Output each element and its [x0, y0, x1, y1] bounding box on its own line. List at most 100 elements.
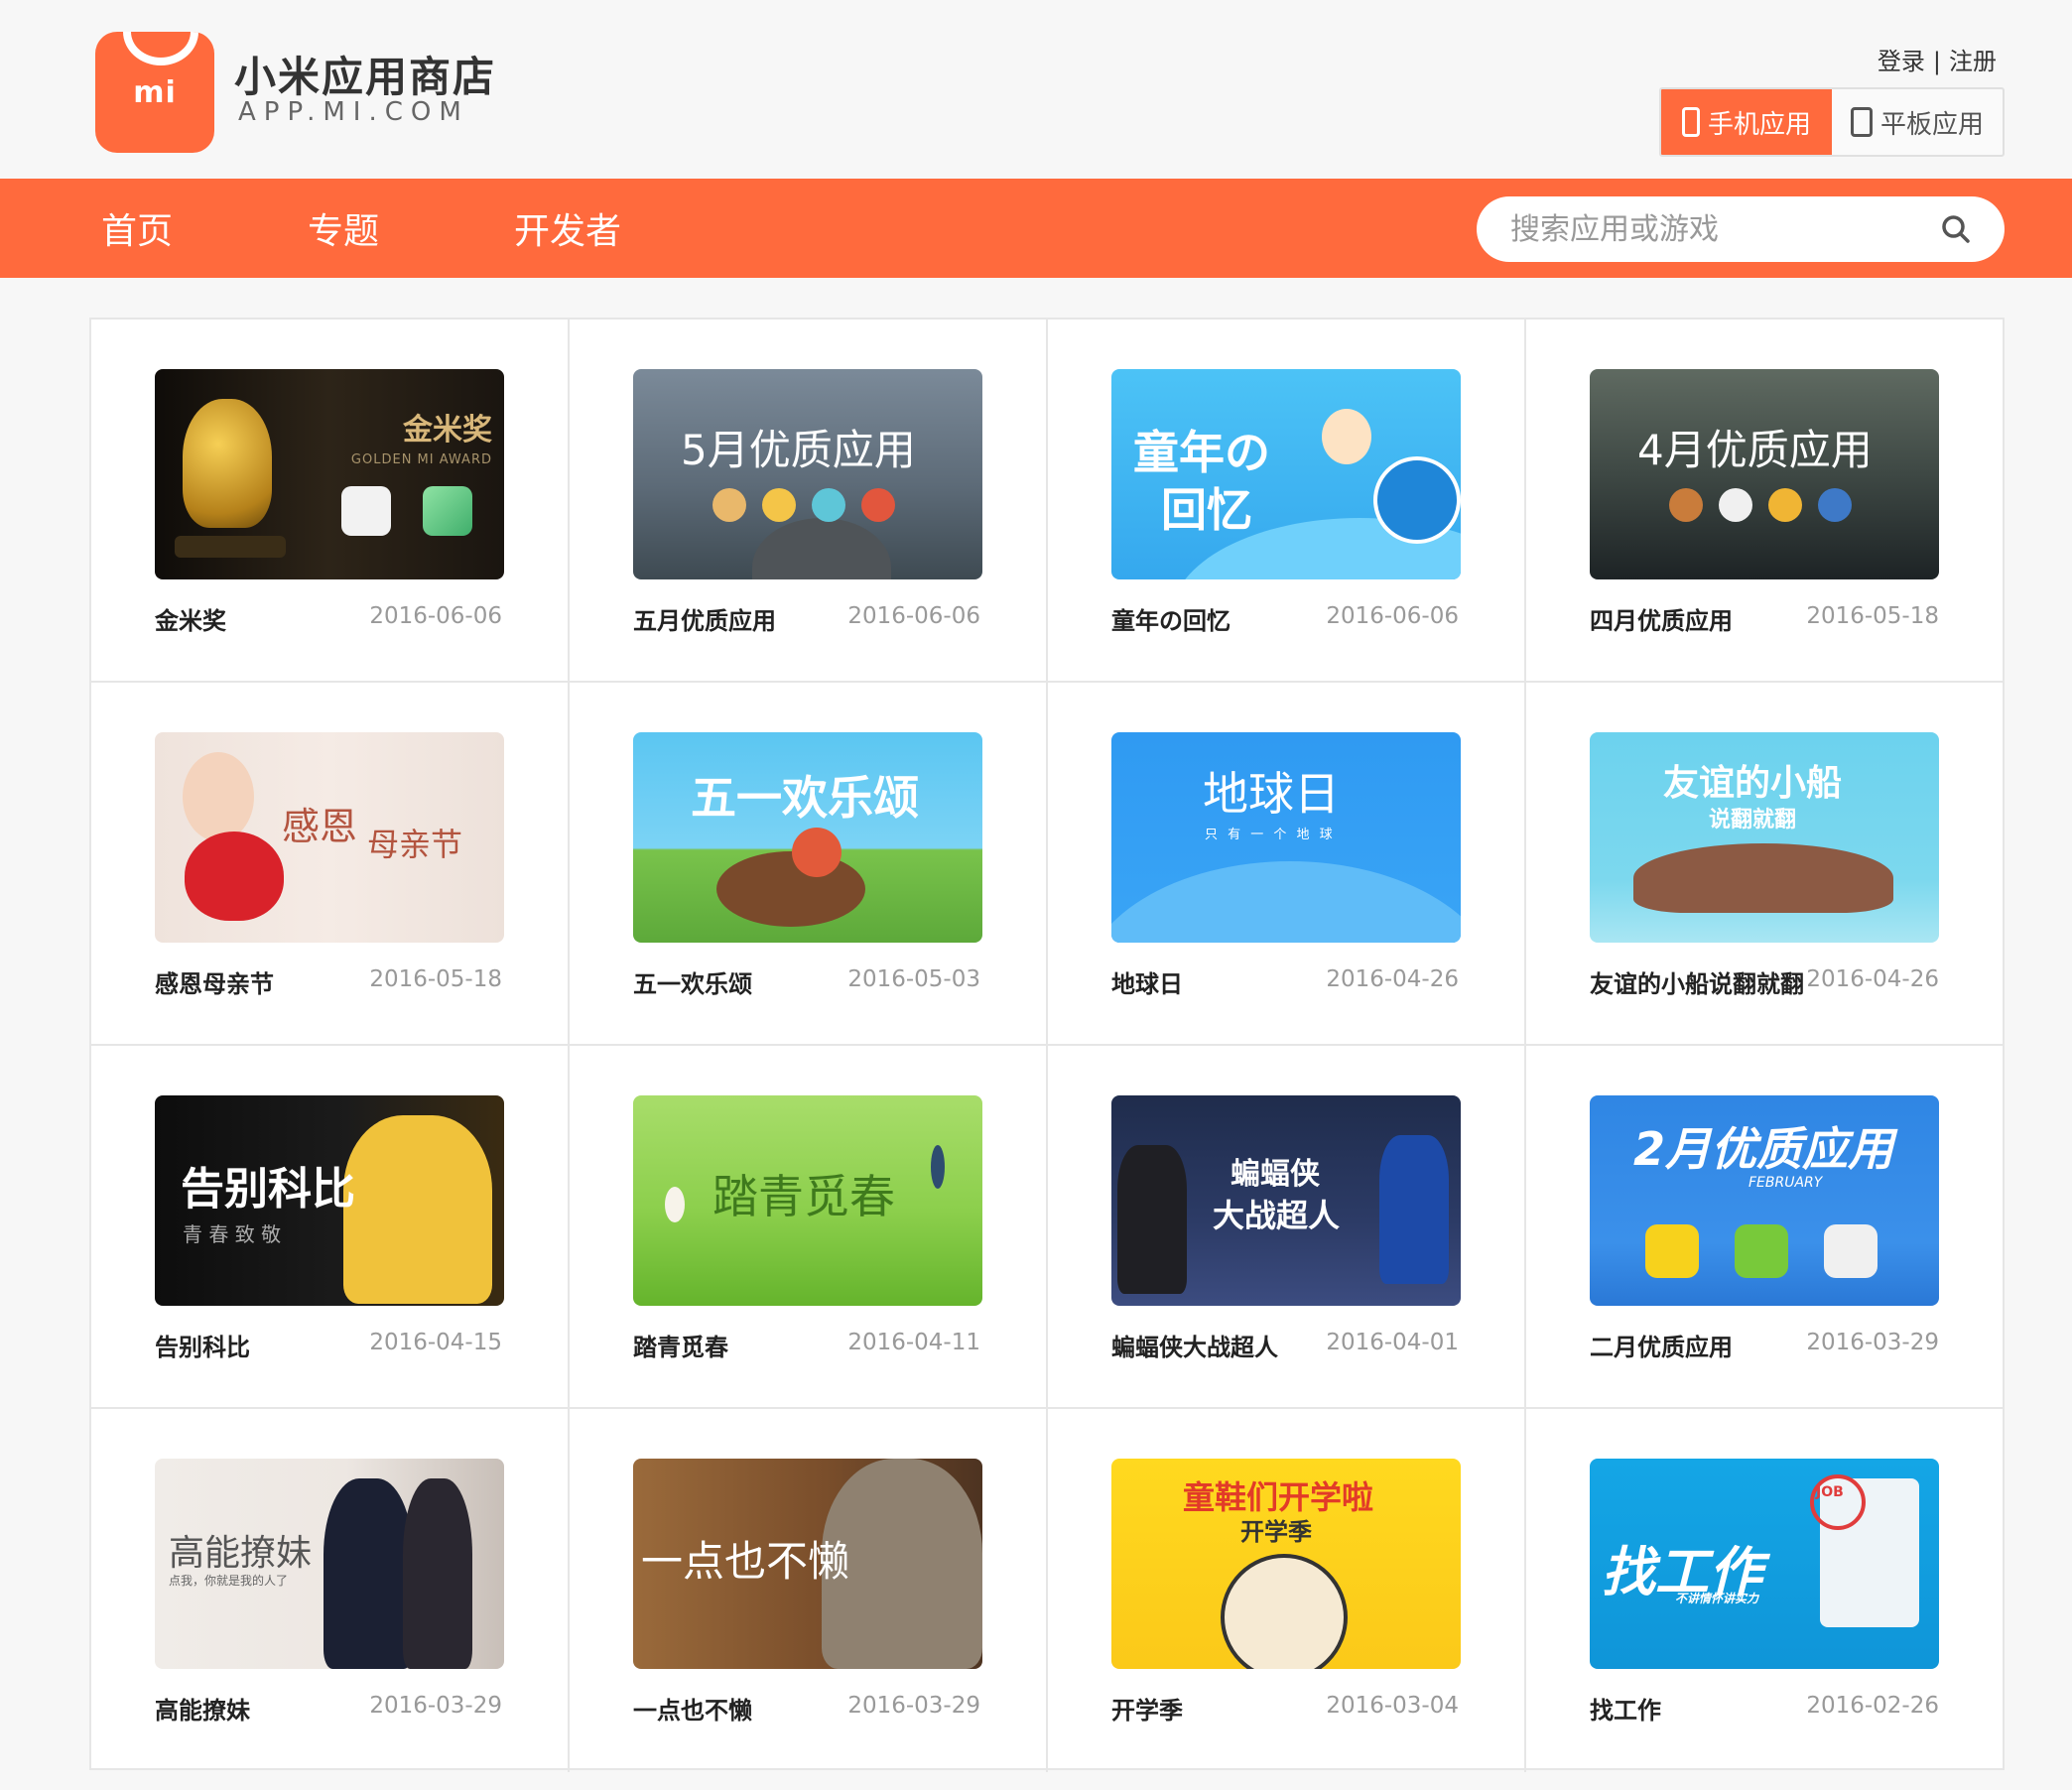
topic-card[interactable]: 童年の 回忆 童年の回忆 2016-06-06	[1048, 320, 1526, 683]
banner-subtitle: 母亲节	[367, 826, 463, 863]
banner-title: 友谊的小船	[1663, 763, 1843, 804]
topic-banner[interactable]: 一点也不懒	[633, 1459, 982, 1669]
topic-banner[interactable]: 2月优质应用 FEBRUARY	[1590, 1095, 1939, 1306]
topic-card[interactable]: 蝙蝠侠 大战超人 蝙蝠侠大战超人 2016-04-01	[1048, 1046, 1526, 1409]
topic-card[interactable]: 友谊的小船 说翻就翻 友谊的小船说翻就翻 2016-04-26	[1526, 683, 2005, 1046]
topic-banner[interactable]: 五一欢乐颂	[633, 732, 982, 943]
topic-date: 2016-05-18	[1806, 603, 1939, 629]
banner-title: 蝙蝠侠	[1230, 1157, 1320, 1192]
search-input[interactable]	[1510, 196, 1927, 262]
topic-title[interactable]: 感恩母亲节	[155, 964, 274, 999]
topic-card[interactable]: 2月优质应用 FEBRUARY 二月优质应用 2016-03-29	[1526, 1046, 2005, 1409]
doraemon-icon	[1373, 456, 1461, 544]
topic-title[interactable]: 开学季	[1111, 1691, 1183, 1726]
trophy-mascot-icon	[183, 399, 272, 528]
topic-date: 2016-04-15	[369, 1330, 502, 1355]
topic-title[interactable]: 五月优质应用	[633, 601, 776, 636]
character-icon	[792, 828, 842, 877]
nav-home[interactable]: 首页	[101, 202, 173, 254]
nav-topics[interactable]: 专题	[308, 202, 379, 254]
banner-title: 一点也不懒	[641, 1537, 850, 1586]
topic-title[interactable]: 五一欢乐颂	[633, 964, 752, 999]
topic-title[interactable]: 告别科比	[155, 1328, 250, 1362]
topic-title[interactable]: 高能撩妹	[155, 1691, 250, 1726]
banner-title: 感恩	[282, 805, 358, 848]
banner-title: 踏青觅春	[712, 1170, 895, 1223]
topic-date: 2016-04-11	[847, 1330, 980, 1355]
topic-card[interactable]: 高能撩妹 点我，你就是我的人了 高能撩妹 2016-03-29	[91, 1409, 570, 1772]
tab-phone-apps[interactable]: 手机应用	[1661, 89, 1832, 155]
banner-subtitle: GOLDEN MI AWARD	[350, 452, 492, 467]
topic-card[interactable]: 4月优质应用 四月优质应用 2016-05-18	[1526, 320, 2005, 683]
topic-banner[interactable]: 4月优质应用	[1590, 369, 1939, 579]
topic-card[interactable]: 踏青觅春 踏青觅春 2016-04-11	[570, 1046, 1048, 1409]
brand-name[interactable]: 小米应用商店	[234, 44, 496, 104]
app-icon	[762, 488, 796, 522]
brand-domain: APP.MI.COM	[238, 97, 469, 127]
topic-card[interactable]: 金米奖 GOLDEN MI AWARD 金米奖 2016-06-06	[91, 320, 570, 683]
topic-title[interactable]: 蝙蝠侠大战超人	[1111, 1328, 1278, 1362]
topic-banner[interactable]: 高能撩妹 点我，你就是我的人了	[155, 1459, 504, 1669]
topic-card[interactable]: 地球日 只 有 一 个 地 球 地球日 2016-04-26	[1048, 683, 1526, 1046]
nav-developers[interactable]: 开发者	[514, 202, 621, 254]
search-box	[1477, 196, 2005, 262]
banner-subtitle: 青 春 致 敬	[183, 1222, 282, 1246]
tab-tablet-apps[interactable]: 平板应用	[1832, 89, 2003, 155]
banner-title: 童年の	[1133, 426, 1270, 479]
banner-subtitle: 说翻就翻	[1709, 808, 1797, 832]
topic-banner[interactable]: 5月优质应用	[633, 369, 982, 579]
topic-title[interactable]: 友谊的小船说翻就翻	[1590, 964, 1804, 999]
app-icon	[1735, 1224, 1788, 1278]
topic-banner[interactable]: 蝙蝠侠 大战超人	[1111, 1095, 1461, 1306]
topic-title[interactable]: 金米奖	[155, 601, 226, 636]
couple-photo	[324, 1478, 413, 1669]
topic-banner[interactable]: 感恩 母亲节	[155, 732, 504, 943]
topic-date: 2016-06-06	[1326, 603, 1459, 629]
topic-banner[interactable]: 告别科比 青 春 致 敬	[155, 1095, 504, 1306]
topic-date: 2016-06-06	[369, 603, 502, 629]
logo-mark: mi	[133, 75, 177, 110]
topic-card[interactable]: 一点也不懒 一点也不懒 2016-03-29	[570, 1409, 1048, 1772]
topic-title[interactable]: 童年の回忆	[1111, 601, 1230, 636]
banner-badge: JOB	[1816, 1484, 1844, 1500]
app-icon	[423, 486, 472, 536]
cello-icon	[716, 851, 865, 927]
topic-card[interactable]: JOB 找工作 不讲情怀讲实力 找工作 2016-02-26	[1526, 1409, 2005, 1772]
app-icon	[1645, 1224, 1699, 1278]
topic-title[interactable]: 二月优质应用	[1590, 1328, 1733, 1362]
topic-banner[interactable]: 童年の 回忆	[1111, 369, 1461, 579]
boat-icon	[1633, 843, 1893, 913]
topic-card[interactable]: 告别科比 青 春 致 敬 告别科比 2016-04-15	[91, 1046, 570, 1409]
topic-banner[interactable]: 童鞋们开学啦 开学季	[1111, 1459, 1461, 1669]
topic-date: 2016-04-01	[1326, 1330, 1459, 1355]
topic-banner[interactable]: 金米奖 GOLDEN MI AWARD	[155, 369, 504, 579]
topic-date: 2016-04-26	[1806, 966, 1939, 992]
topic-banner[interactable]: 友谊的小船 说翻就翻	[1590, 732, 1939, 943]
topic-title[interactable]: 地球日	[1111, 964, 1183, 999]
search-icon[interactable]	[1941, 214, 1971, 244]
topic-date: 2016-04-26	[1326, 966, 1459, 992]
topic-grid: 金米奖 GOLDEN MI AWARD 金米奖 2016-06-06 5月优质应…	[89, 318, 2005, 1772]
site-header: mi 小米应用商店 APP.MI.COM 登录 | 注册 手机应用 平板应用	[0, 0, 2072, 179]
app-icon	[1818, 488, 1852, 522]
topic-banner[interactable]: 踏青觅春	[633, 1095, 982, 1306]
topic-card[interactable]: 5月优质应用 五月优质应用 2016-06-06	[570, 320, 1048, 683]
register-link[interactable]: 注册	[1949, 48, 1997, 75]
topic-card[interactable]: 五一欢乐颂 五一欢乐颂 2016-05-03	[570, 683, 1048, 1046]
topic-title[interactable]: 踏青觅春	[633, 1328, 728, 1362]
tab-phone-apps-label: 手机应用	[1707, 109, 1811, 140]
topic-card[interactable]: 童鞋们开学啦 开学季 开学季 2016-03-04	[1048, 1409, 1526, 1772]
topic-title[interactable]: 一点也不懒	[633, 1691, 752, 1726]
app-icon	[861, 488, 895, 522]
topic-title[interactable]: 找工作	[1590, 1691, 1661, 1726]
topic-title[interactable]: 四月优质应用	[1590, 601, 1733, 636]
app-icon	[1719, 488, 1752, 522]
topic-banner[interactable]: 地球日 只 有 一 个 地 球	[1111, 732, 1461, 943]
topic-banner[interactable]: JOB 找工作 不讲情怀讲实力	[1590, 1459, 1939, 1669]
topic-date: 2016-03-29	[847, 1693, 980, 1719]
banner-title: 4月优质应用	[1637, 426, 1873, 474]
topic-card[interactable]: 感恩 母亲节 感恩母亲节 2016-05-18	[91, 683, 570, 1046]
banner-title: 高能撩妹	[169, 1533, 313, 1574]
login-link[interactable]: 登录	[1878, 48, 1925, 75]
mi-logo[interactable]: mi	[95, 32, 214, 153]
